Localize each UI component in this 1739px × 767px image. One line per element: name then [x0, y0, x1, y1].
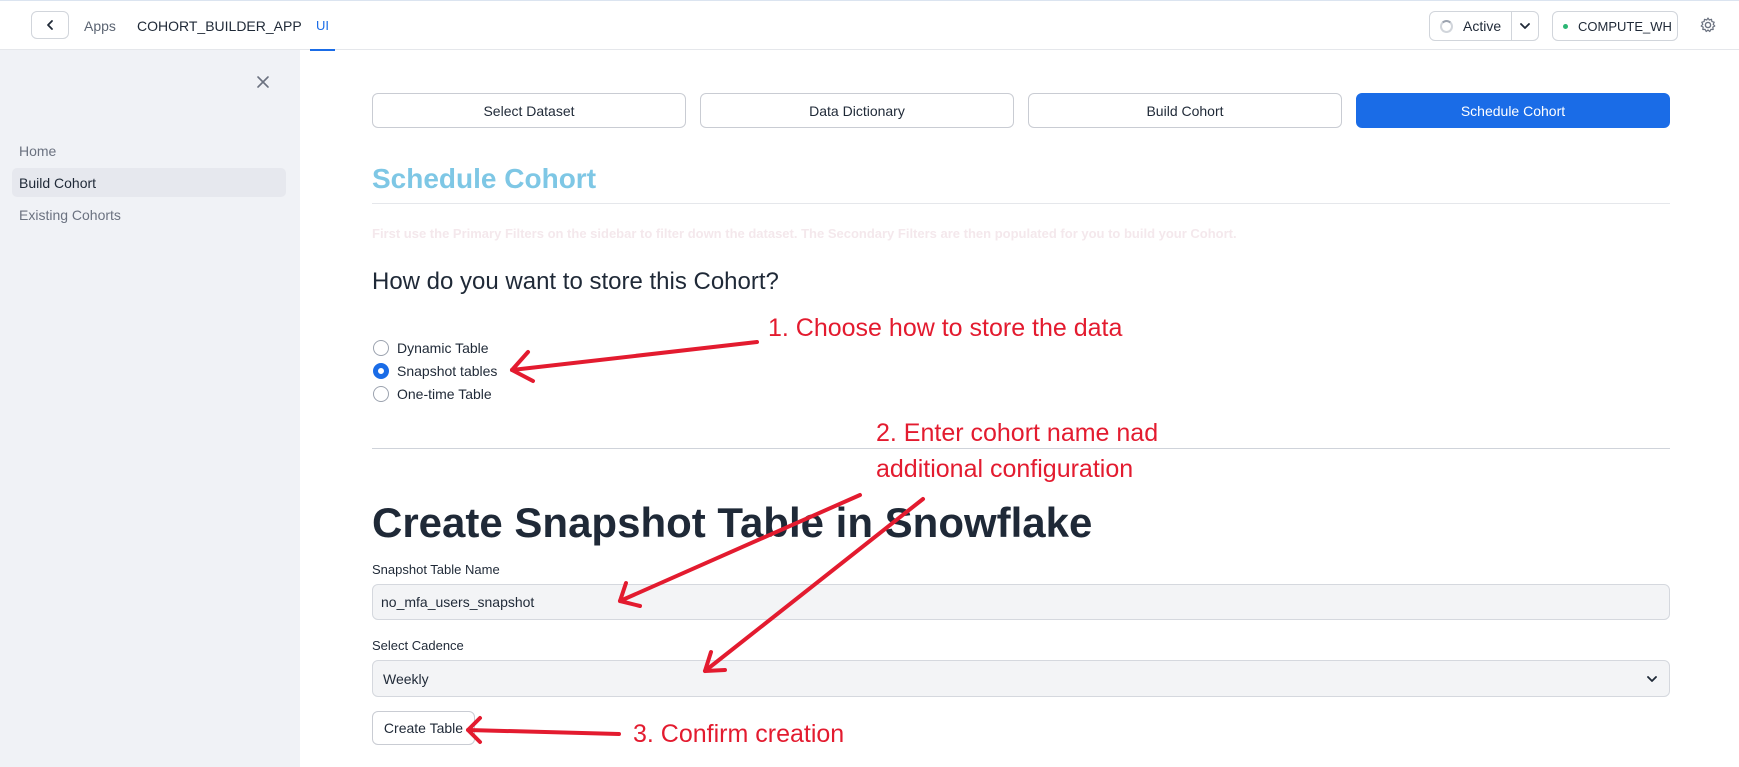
breadcrumb-app-name[interactable]: COHORT_BUILDER_APP [137, 18, 302, 34]
radio-snapshot-tables[interactable]: Snapshot tables [373, 363, 497, 379]
storage-question: How do you want to store this Cohort? [372, 268, 779, 295]
step-build-cohort-button[interactable]: Build Cohort [1028, 93, 1342, 128]
section-divider [372, 203, 1670, 204]
chevron-down-icon [1520, 23, 1530, 29]
radio-label: Snapshot tables [397, 363, 498, 379]
create-title: Create Snapshot Table in Snowflake [372, 499, 1093, 546]
step-schedule-cohort-button[interactable]: Schedule Cohort [1356, 93, 1670, 128]
table-name-label: Snapshot Table Name [372, 562, 500, 577]
sidebar: Home Build Cohort Existing Cohorts [0, 50, 300, 767]
back-button[interactable] [31, 11, 69, 39]
step-data-dictionary-button[interactable]: Data Dictionary [700, 93, 1014, 128]
close-icon[interactable] [253, 72, 273, 92]
arrow-to-radio-icon [510, 340, 759, 383]
cadence-label: Select Cadence [372, 638, 464, 653]
breadcrumb-apps[interactable]: Apps [84, 18, 116, 34]
create-table-button[interactable]: Create Table [372, 711, 475, 745]
radio-button-checked[interactable] [373, 363, 389, 379]
chevron-left-icon [47, 20, 53, 30]
sidebar-item-existing-cohorts[interactable]: Existing Cohorts [12, 200, 286, 229]
gear-icon[interactable] [1698, 15, 1718, 35]
radio-button[interactable] [373, 386, 389, 402]
top-bar: Apps COHORT_BUILDER_APP UI Active COMPUT… [0, 0, 1739, 51]
table-name-input[interactable] [372, 584, 1670, 620]
arrow-to-create-button-icon [466, 716, 621, 744]
annotation-step-1: 1. Choose how to store the data [768, 314, 1123, 342]
warehouse-label: COMPUTE_WH [1578, 18, 1672, 34]
instructions-text: First use the Primary Filters on the sid… [372, 226, 1237, 241]
radio-button[interactable] [373, 340, 389, 356]
radio-one-time-table[interactable]: One-time Table [373, 386, 492, 402]
tab-ui[interactable]: UI [310, 1, 335, 51]
annotation-step-2-line-1: 2. Enter cohort name nad [876, 419, 1159, 447]
app-status-control: Active [1429, 11, 1539, 41]
step-select-dataset-button[interactable]: Select Dataset [372, 93, 686, 128]
annotation-step-2-line-2: additional configuration [876, 455, 1134, 483]
status-label: Active [1463, 18, 1502, 34]
chevron-down-icon [1647, 676, 1657, 682]
sidebar-item-home[interactable]: Home [12, 136, 286, 165]
warehouse-selector[interactable]: COMPUTE_WH [1552, 11, 1678, 41]
radio-dynamic-table[interactable]: Dynamic Table [373, 340, 489, 356]
radio-label: Dynamic Table [397, 340, 489, 356]
section-title: Schedule Cohort [372, 163, 597, 194]
cadence-value: Weekly [383, 670, 429, 687]
status-button[interactable]: Active [1430, 12, 1512, 40]
warehouse-status-dot [1563, 23, 1568, 29]
annotation-step-3: 3. Confirm creation [633, 720, 845, 748]
loading-spinner-icon [1440, 19, 1453, 33]
status-dropdown-button[interactable] [1512, 12, 1538, 40]
sidebar-item-build-cohort[interactable]: Build Cohort [12, 168, 286, 197]
radio-label: One-time Table [397, 386, 492, 402]
cadence-select[interactable]: Weekly [372, 660, 1670, 697]
